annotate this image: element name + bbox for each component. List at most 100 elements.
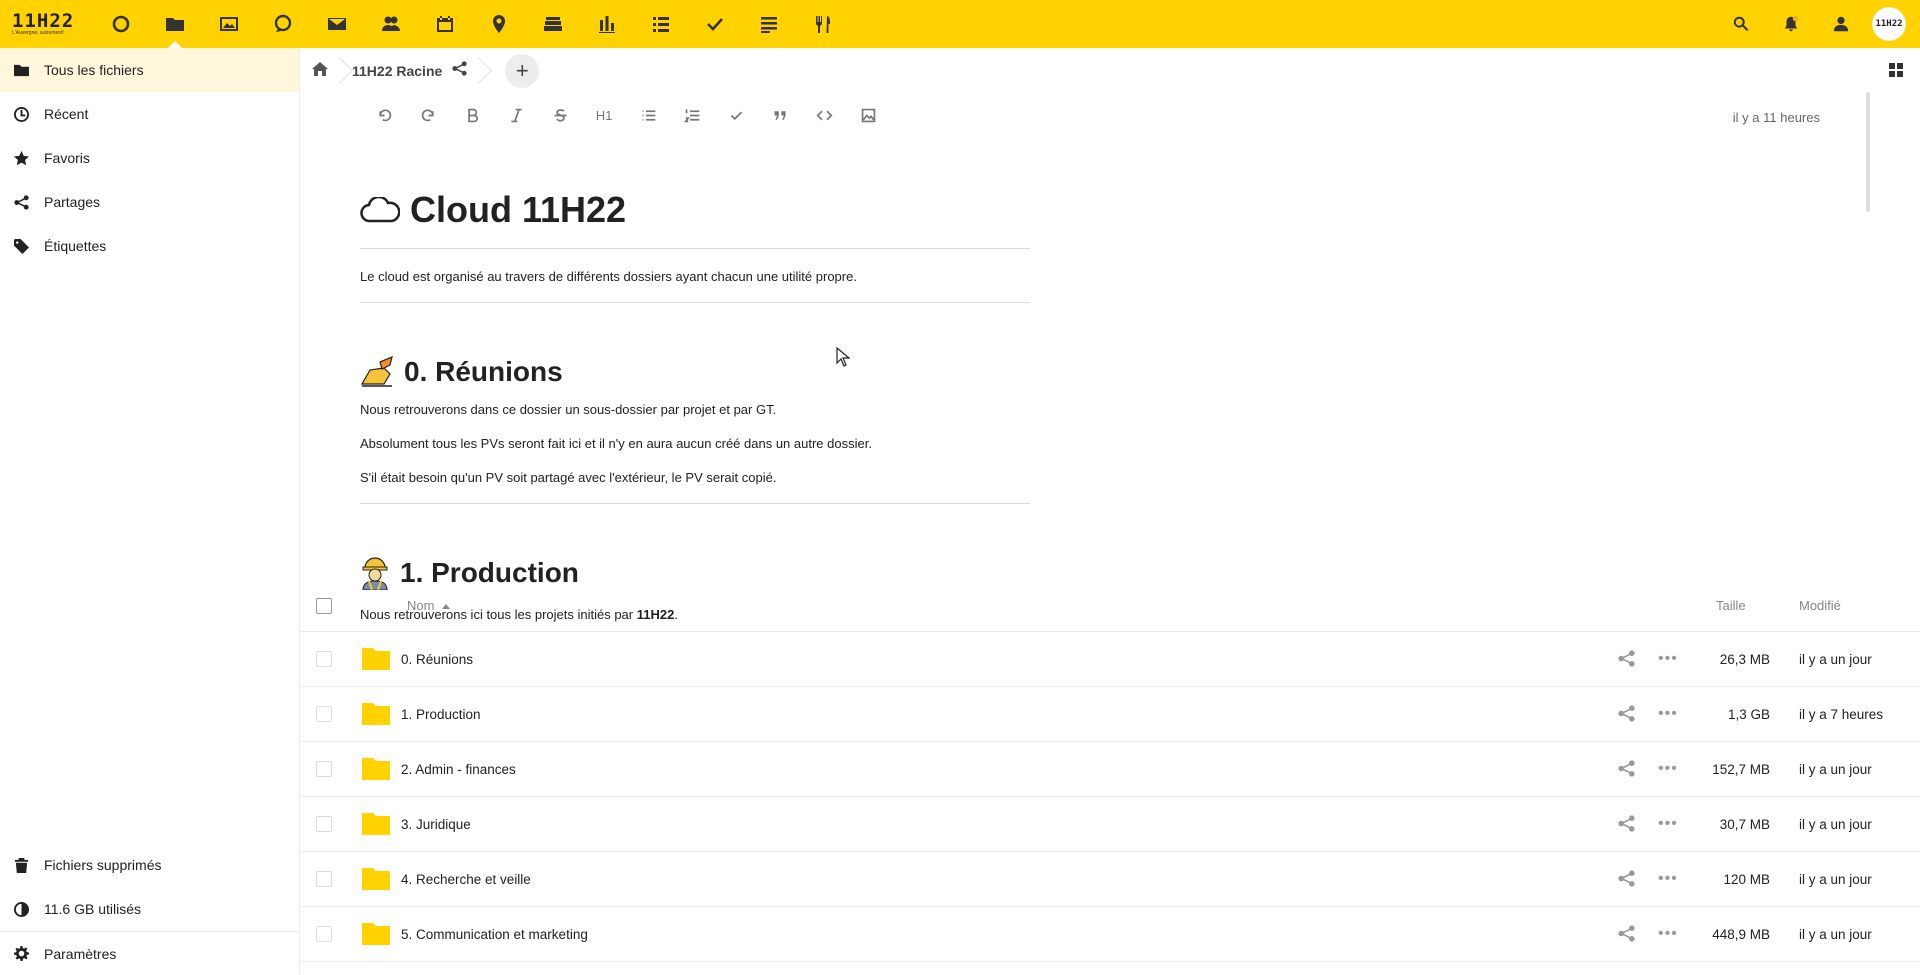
row-checkbox[interactable] xyxy=(316,871,332,887)
sidebar-item-trash[interactable]: Fichiers supprimés xyxy=(0,843,299,887)
more-actions-icon[interactable]: ••• xyxy=(1658,760,1678,778)
bold-icon[interactable] xyxy=(450,100,494,130)
column-size[interactable]: Taille xyxy=(1716,598,1746,613)
sidebar-item-tags[interactable]: Étiquettes xyxy=(0,224,299,268)
heading-button[interactable]: H1 xyxy=(582,100,626,130)
more-actions-icon[interactable]: ••• xyxy=(1658,870,1678,888)
row-checkbox[interactable] xyxy=(316,651,332,667)
talk-icon[interactable] xyxy=(256,0,310,48)
file-modified: il y a un jour xyxy=(1799,871,1872,887)
share-icon[interactable] xyxy=(1618,760,1635,780)
files-folder-icon[interactable] xyxy=(148,0,202,48)
more-actions-icon[interactable]: ••• xyxy=(1658,705,1678,723)
grid-view-icon[interactable] xyxy=(1888,62,1904,83)
notes-icon[interactable] xyxy=(742,0,796,48)
avatar[interactable]: 11H22 xyxy=(1872,7,1906,41)
mouse-cursor-icon xyxy=(836,347,850,367)
row-checkbox[interactable] xyxy=(316,706,332,722)
more-actions-icon[interactable]: ••• xyxy=(1658,925,1678,943)
table-row[interactable]: 5. Communication et marketing ••• 448,9 … xyxy=(300,907,1920,962)
mail-icon[interactable] xyxy=(310,0,364,48)
more-actions-icon[interactable]: ••• xyxy=(1658,650,1678,668)
share-icon[interactable] xyxy=(1618,705,1635,725)
quote-icon[interactable] xyxy=(758,100,802,130)
column-modified[interactable]: Modifié xyxy=(1799,598,1841,613)
folder-icon xyxy=(362,868,390,890)
row-checkbox[interactable] xyxy=(316,761,332,777)
notifications-icon[interactable] xyxy=(1766,0,1816,48)
sidebar-bottom: Fichiers supprimés 11.6 GB utilisés Para… xyxy=(0,843,299,975)
logo-text: 11H22 xyxy=(12,10,75,32)
divider xyxy=(360,248,1030,249)
sidebar-item-shares[interactable]: Partages xyxy=(0,180,299,224)
table-row[interactable]: 2. Admin - finances ••• 152,7 MB il y a … xyxy=(300,742,1920,797)
table-row[interactable]: 1. Production ••• 1,3 GB il y a 7 heures xyxy=(300,687,1920,742)
select-all-checkbox[interactable] xyxy=(316,597,332,614)
breadcrumb-current[interactable]: 11H22 Racine xyxy=(352,63,442,79)
maps-icon[interactable] xyxy=(472,0,526,48)
italic-icon[interactable] xyxy=(494,100,538,130)
table-row[interactable]: 0. Réunions ••• 26,3 MB il y a un jour xyxy=(300,632,1920,687)
intro-paragraph: Le cloud est organisé au travers de diff… xyxy=(360,269,857,284)
folder-icon xyxy=(14,64,29,76)
file-name[interactable]: 2. Admin - finances xyxy=(401,762,516,777)
sidebar-item-favorites[interactable]: Favoris xyxy=(0,136,299,180)
analytics-icon[interactable] xyxy=(580,0,634,48)
numbered-list-icon[interactable] xyxy=(670,100,714,130)
contacts-icon[interactable] xyxy=(364,0,418,48)
table-row[interactable]: 4. Recherche et veille ••• 120 MB il y a… xyxy=(300,852,1920,907)
file-size: 448,9 MB xyxy=(1712,926,1770,942)
file-name[interactable]: 3. Juridique xyxy=(401,817,471,832)
share-icon[interactable] xyxy=(1618,815,1635,835)
file-list-header: Nom Taille Modifié xyxy=(300,580,1920,632)
share-icon[interactable] xyxy=(1618,925,1635,945)
list-icon[interactable] xyxy=(634,0,688,48)
contacts-menu-icon[interactable] xyxy=(1816,0,1866,48)
main-content: 11H22 Racine + H1 il y a 11 heures Cloud… xyxy=(300,48,1920,975)
file-name[interactable]: 0. Réunions xyxy=(401,652,473,667)
insert-image-icon[interactable] xyxy=(846,100,890,130)
deck-icon[interactable] xyxy=(526,0,580,48)
sort-ascending-icon xyxy=(442,604,451,610)
file-size: 30,7 MB xyxy=(1719,816,1770,832)
file-name[interactable]: 4. Recherche et veille xyxy=(401,872,531,887)
cookbook-icon[interactable] xyxy=(796,0,850,48)
redo-icon[interactable] xyxy=(406,100,450,130)
sidebar-item-all-files[interactable]: Tous les fichiers xyxy=(0,48,299,92)
folder-icon xyxy=(362,813,390,835)
share-icon[interactable] xyxy=(442,61,467,81)
page-title-text: Cloud 11H22 xyxy=(410,189,627,230)
scrollbar[interactable] xyxy=(1866,92,1870,212)
search-icon[interactable] xyxy=(1716,0,1766,48)
row-checkbox[interactable] xyxy=(316,926,332,942)
settings-button[interactable]: Paramètres xyxy=(0,931,299,975)
photos-icon[interactable] xyxy=(202,0,256,48)
calendar-icon[interactable] xyxy=(418,0,472,48)
bullet-list-icon[interactable] xyxy=(626,100,670,130)
sidebar-item-recent[interactable]: Récent xyxy=(0,92,299,136)
sidebar-item-label: Tous les fichiers xyxy=(44,62,144,78)
checklist-icon[interactable] xyxy=(714,100,758,130)
column-name-label: Nom xyxy=(407,598,435,613)
undo-icon[interactable] xyxy=(362,100,406,130)
strikethrough-icon[interactable] xyxy=(538,100,582,130)
dashboard-circle-icon[interactable] xyxy=(94,0,148,48)
share-icon[interactable] xyxy=(1618,650,1635,670)
logo-tagline: L'Auvergne, autrement! xyxy=(12,30,64,36)
share-icon[interactable] xyxy=(1618,870,1635,890)
more-actions-icon[interactable]: ••• xyxy=(1658,815,1678,833)
rich-workspace[interactable]: Cloud 11H22 Le cloud est organisé au tra… xyxy=(360,138,1030,622)
code-block-icon[interactable] xyxy=(802,100,846,130)
gear-icon xyxy=(14,946,29,961)
file-name[interactable]: 5. Communication et marketing xyxy=(401,927,588,942)
file-name[interactable]: 1. Production xyxy=(401,707,481,722)
row-checkbox[interactable] xyxy=(316,816,332,832)
app-menu xyxy=(94,0,850,48)
column-name[interactable]: Nom xyxy=(407,598,451,613)
tasks-icon[interactable] xyxy=(688,0,742,48)
new-file-button[interactable]: + xyxy=(505,54,540,88)
file-size: 1,3 GB xyxy=(1727,706,1770,722)
logo[interactable]: 11H22 L'Auvergne, autrement! xyxy=(0,0,94,48)
divider xyxy=(360,503,1030,504)
table-row[interactable]: 3. Juridique ••• 30,7 MB il y a un jour xyxy=(300,797,1920,852)
